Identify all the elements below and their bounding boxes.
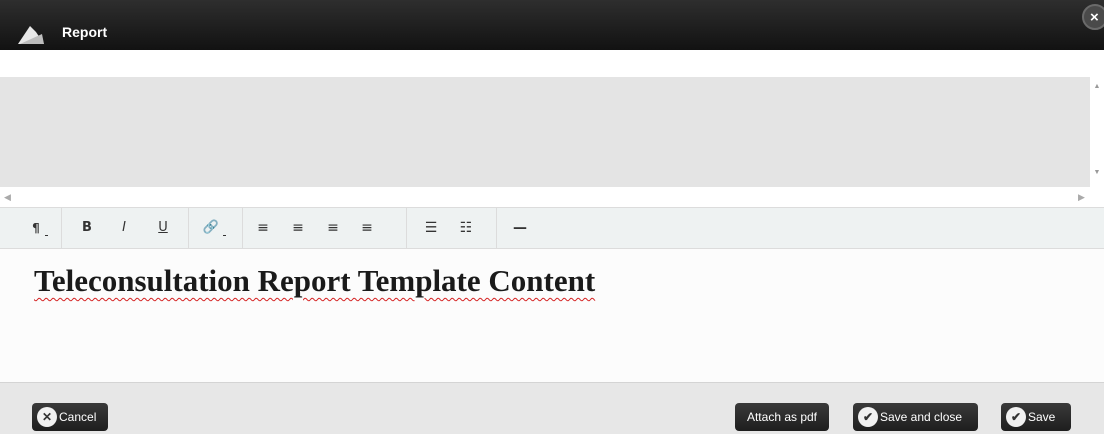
app-logo-icon (18, 26, 44, 44)
toolbar-divider (61, 208, 62, 248)
attach-pdf-label: Attach as pdf (746, 410, 818, 424)
align-center-icon[interactable]: ≡ (289, 217, 307, 239)
dialog-footer: ✕ Cancel Attach as pdf ✔ Save and close … (0, 382, 1104, 434)
scroll-right-icon[interactable]: ▶ (1078, 192, 1085, 203)
save-and-close-label: Save and close (880, 410, 963, 424)
align-left-icon[interactable]: ≡ (254, 217, 272, 239)
dialog-title-bar: Report × (0, 0, 1104, 50)
italic-button[interactable]: I (115, 217, 133, 239)
toolbar-divider (496, 208, 497, 248)
horizontal-scrollbar[interactable]: ◀ ▶ (0, 187, 1104, 207)
horizontal-rule-icon[interactable]: — (509, 217, 531, 239)
toolbar-divider (188, 208, 189, 248)
save-label: Save (1028, 410, 1056, 424)
preview-area (0, 77, 1090, 187)
link-icon[interactable]: 🔗 (200, 217, 226, 239)
report-heading[interactable]: Teleconsultation Report Template Content (34, 263, 595, 299)
scroll-left-icon[interactable]: ◀ (4, 192, 11, 203)
scroll-up-icon[interactable]: ▲ (1092, 83, 1102, 90)
align-right-icon[interactable]: ≡ (324, 217, 342, 239)
bullet-list-icon[interactable]: ☰ (422, 217, 440, 239)
toolbar-divider (406, 208, 407, 248)
justify-icon[interactable]: ≡ (358, 217, 376, 239)
cancel-icon: ✕ (37, 407, 57, 427)
editor-content-area[interactable]: Teleconsultation Report Template Content (0, 249, 1104, 382)
paragraph-format-button[interactable]: ¶ (28, 217, 48, 239)
attach-pdf-button[interactable]: Attach as pdf (735, 403, 829, 431)
cancel-label: Cancel (59, 410, 97, 424)
numbered-list-icon[interactable]: ☷ (457, 217, 475, 239)
check-icon: ✔ (1006, 407, 1026, 427)
underline-button[interactable]: U (154, 217, 172, 239)
check-icon: ✔ (858, 407, 878, 427)
save-and-close-button[interactable]: ✔ Save and close (853, 403, 978, 431)
close-button[interactable]: × (1082, 4, 1104, 30)
scroll-down-icon[interactable]: ▼ (1092, 169, 1102, 176)
save-button[interactable]: ✔ Save (1001, 403, 1071, 431)
vertical-scrollbar[interactable]: ▲ ▼ (1090, 77, 1104, 187)
dialog-title: Report (62, 24, 108, 40)
toolbar-divider (242, 208, 243, 248)
editor-toolbar: ¶ B I U 🔗 ≡ ≡ ≡ ≡ ☰ ☷ — (0, 207, 1104, 249)
cancel-button[interactable]: ✕ Cancel (32, 403, 108, 431)
bold-button[interactable]: B (78, 217, 96, 239)
